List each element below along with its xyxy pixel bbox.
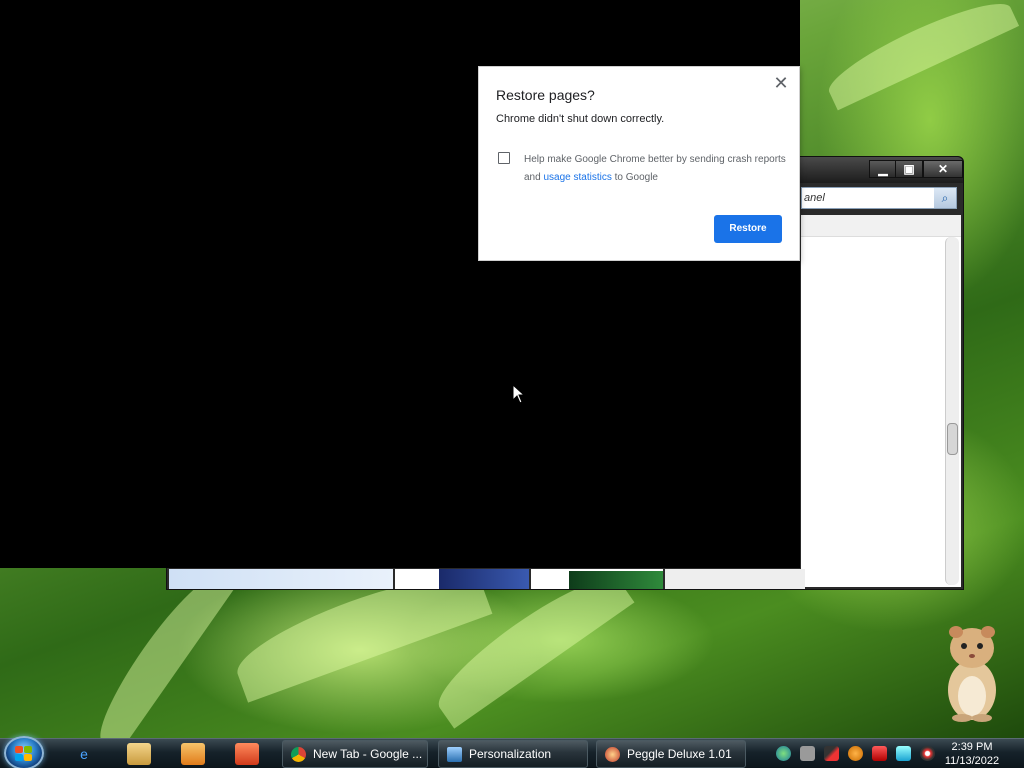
flag-tray-icon[interactable]: [872, 746, 887, 761]
theme-thumbnail[interactable]: [439, 569, 529, 589]
search-tray-icon[interactable]: [848, 746, 863, 761]
minimize-button[interactable]: ▁: [869, 160, 897, 178]
restore-button[interactable]: Restore: [714, 215, 782, 243]
windows-logo-icon: [15, 746, 33, 762]
dialog-subtitle: Chrome didn't shut down correctly.: [496, 113, 665, 125]
clock-time: 2:39 PM: [951, 741, 993, 753]
search-input[interactable]: anel: [802, 188, 934, 208]
mouse-pointer-icon: [512, 384, 526, 404]
search-bar[interactable]: anel ⌕: [801, 187, 957, 209]
internet-explorer-icon[interactable]: e: [72, 743, 96, 765]
wallpaper-leaf: [86, 566, 234, 754]
system-tray: 2:39 PM 11/13/2022: [770, 739, 1024, 768]
system-clock[interactable]: 2:39 PM 11/13/2022: [934, 740, 1010, 768]
theme-thumbnails: [169, 569, 805, 589]
close-button[interactable]: ✕: [923, 160, 963, 178]
task-personalization[interactable]: Personalization: [438, 740, 588, 768]
theme-thumbnail[interactable]: [569, 571, 663, 589]
close-icon[interactable]: ✕: [771, 73, 791, 93]
maximize-button[interactable]: ▣: [895, 160, 923, 178]
wallpaper-leaf: [820, 0, 1020, 111]
crash-report-checkbox[interactable]: [498, 152, 510, 164]
content-pane: [801, 215, 961, 587]
hamster-gadget-icon[interactable]: [936, 618, 1006, 722]
chrome-icon: [291, 747, 306, 762]
dialog-title: Restore pages?: [496, 87, 595, 103]
windows-explorer-icon[interactable]: [127, 743, 151, 765]
peggle-icon: [605, 747, 620, 762]
app-icon[interactable]: [235, 743, 259, 765]
theme-thumbnail[interactable]: [665, 569, 805, 589]
tray-app-icon[interactable]: [800, 746, 815, 761]
start-button[interactable]: [4, 736, 44, 768]
task-label: Peggle Deluxe 1.01: [627, 747, 732, 761]
magnifier-icon[interactable]: ⌕: [934, 188, 956, 208]
tray-tool-icon[interactable]: [824, 746, 839, 761]
help-text-end: to Google: [611, 172, 658, 183]
media-player-icon[interactable]: [181, 743, 205, 765]
volume-tray-icon[interactable]: [920, 746, 935, 761]
taskbar: e New Tab - Google ... Personalization P…: [0, 736, 1024, 768]
usage-statistics-link[interactable]: usage statistics: [543, 172, 611, 183]
restore-pages-dialog: Restore pages? ✕ Chrome didn't shut down…: [478, 66, 800, 261]
theme-thumbnail[interactable]: [169, 569, 393, 589]
task-label: Personalization: [469, 747, 552, 761]
clock-date: 11/13/2022: [944, 755, 1000, 767]
personalization-icon: [447, 747, 462, 762]
pane-header: [801, 215, 961, 237]
crash-report-label: Help make Google Chrome better by sendin…: [524, 151, 786, 187]
scrollbar-thumb[interactable]: [947, 423, 958, 455]
scrollbar[interactable]: [945, 237, 959, 585]
task-peggle[interactable]: Peggle Deluxe 1.01: [596, 740, 746, 768]
display-tray-icon[interactable]: [896, 746, 911, 761]
task-label: New Tab - Google ...: [313, 747, 423, 761]
network-icon[interactable]: [776, 746, 791, 761]
task-chrome[interactable]: New Tab - Google ...: [282, 740, 428, 768]
